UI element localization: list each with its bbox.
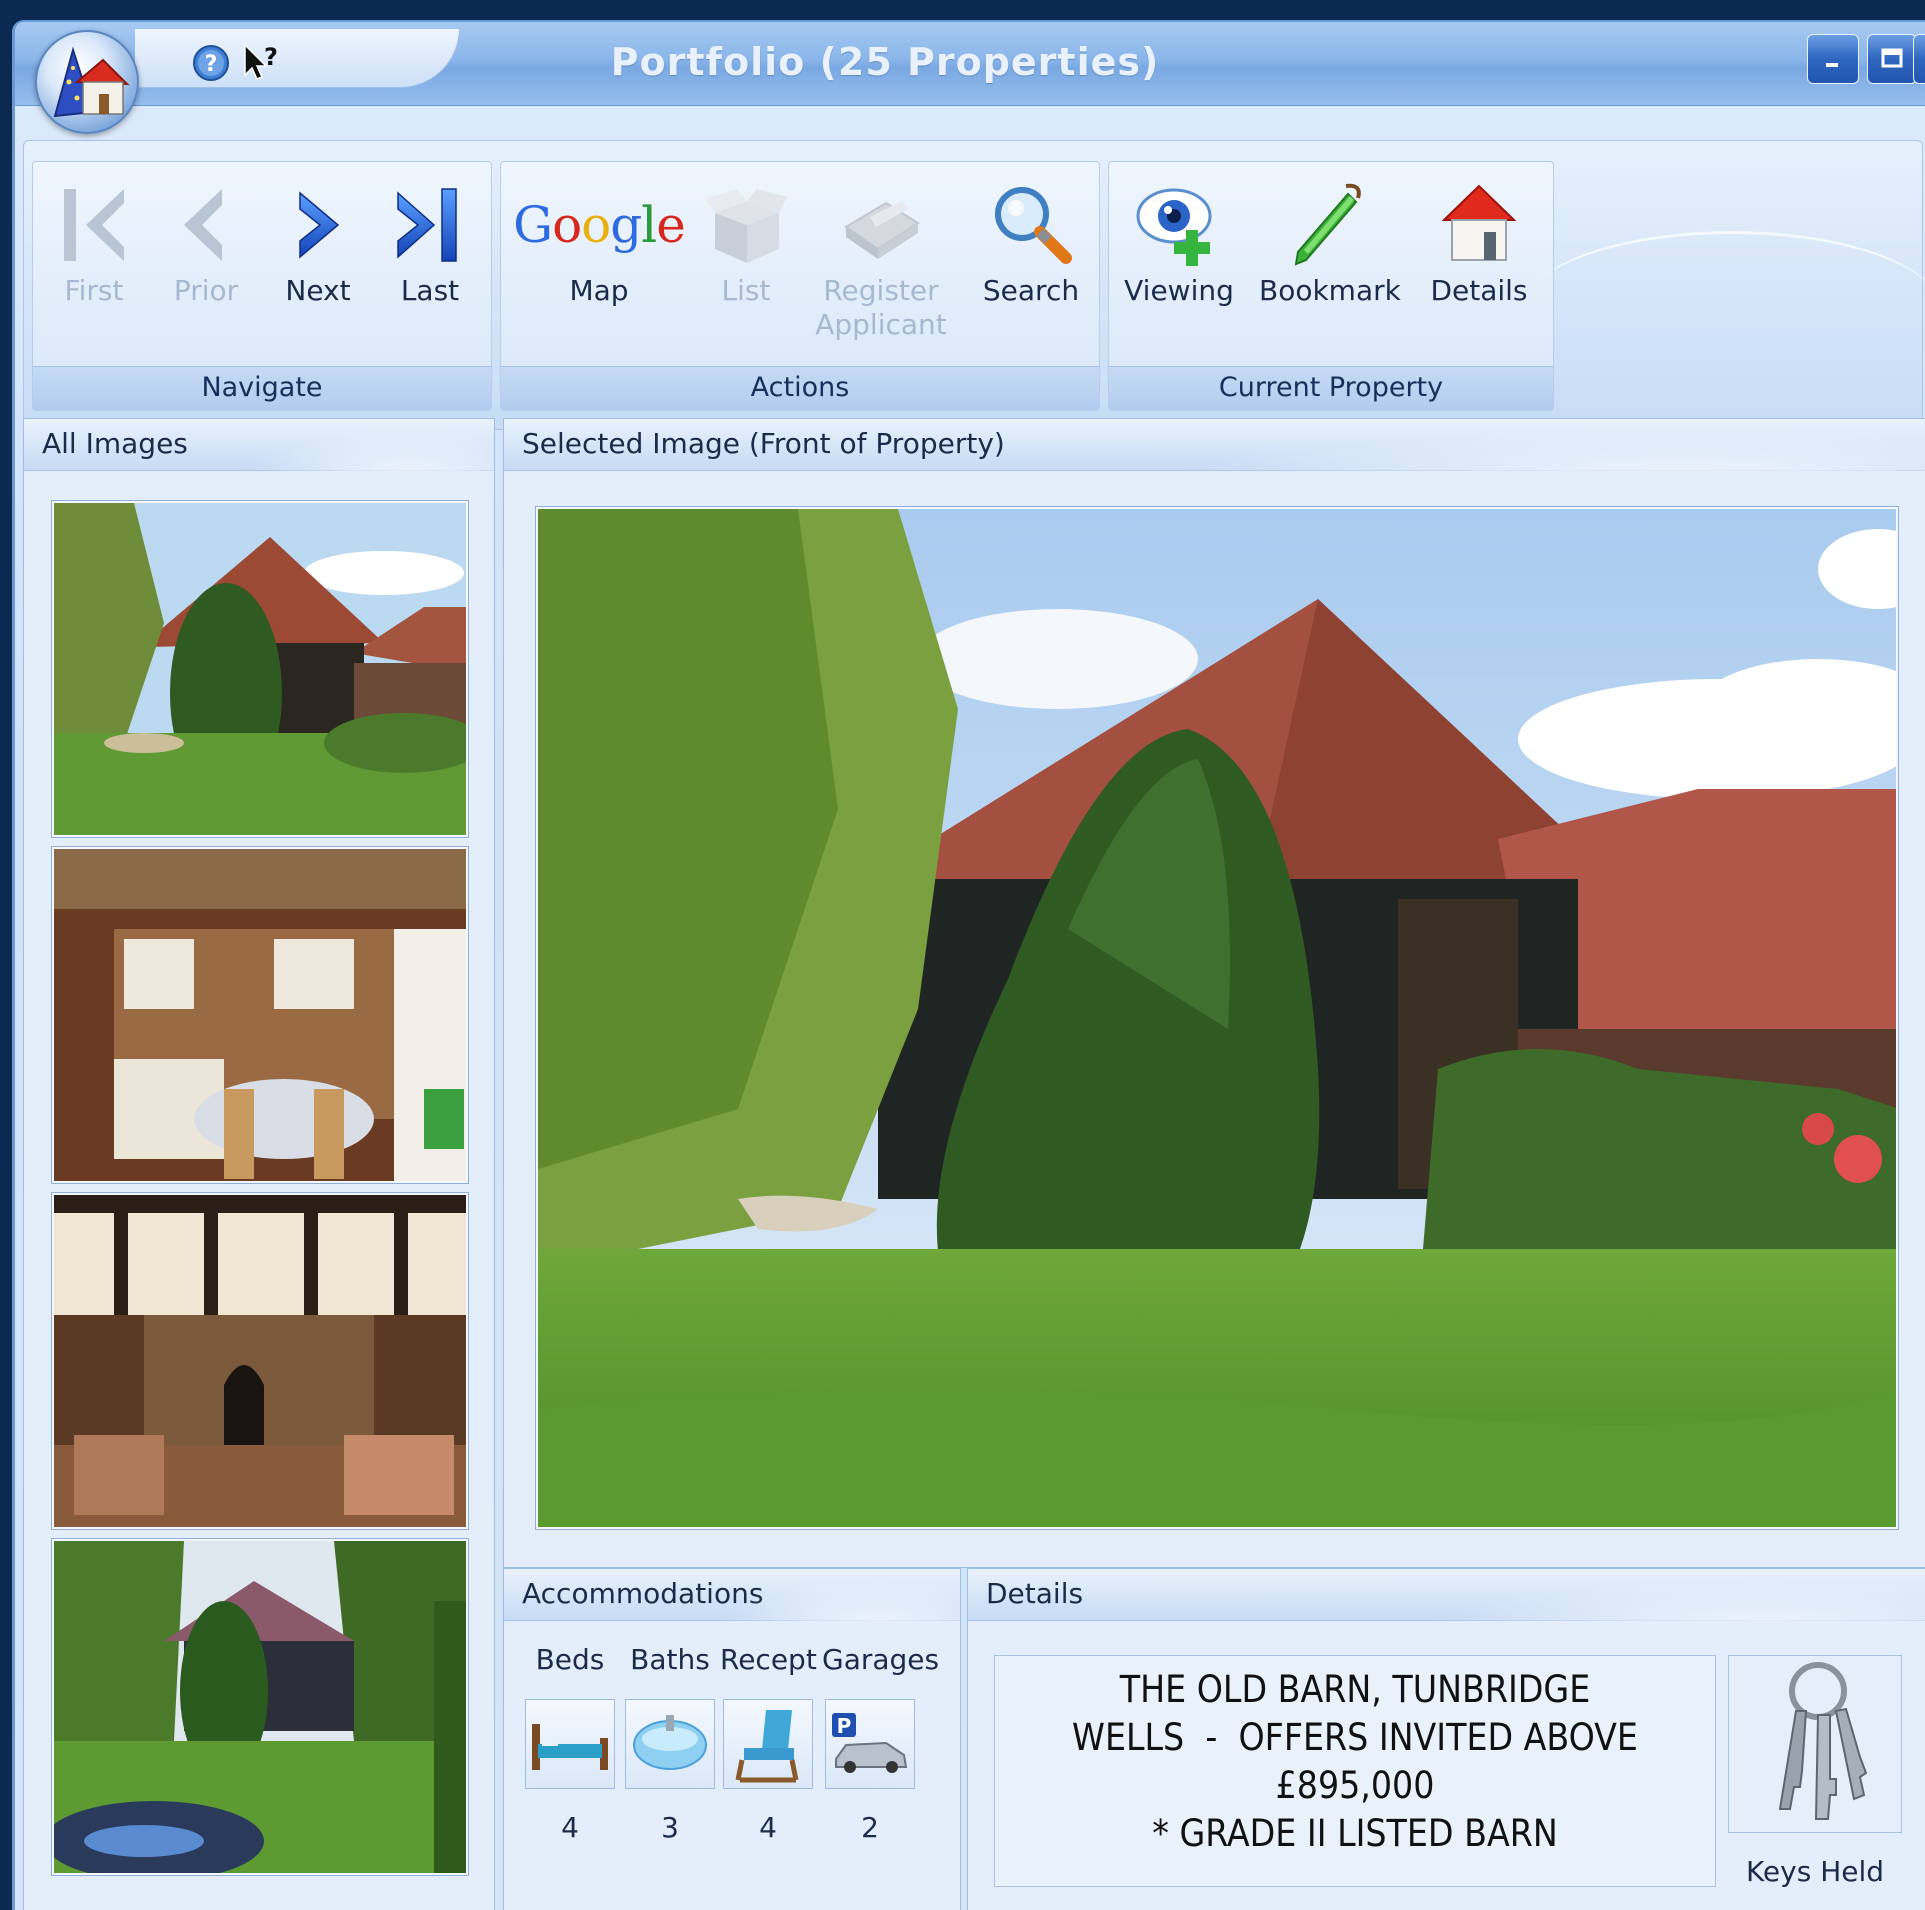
details-button[interactable]: Details: [1419, 180, 1539, 308]
group-current-property: Viewing Bookmark Details Current Propert…: [1108, 161, 1554, 411]
selected-image-header: Selected Image (Front of Property): [504, 419, 1925, 471]
garden-pond-photo: [54, 1541, 466, 1873]
keys-held-label: Keys Held: [1745, 1855, 1885, 1888]
barn-exterior-photo: [54, 503, 466, 835]
chair-icon: [735, 1710, 799, 1783]
bookmark-button[interactable]: Bookmark: [1259, 180, 1401, 308]
bookmark-icon: [1294, 183, 1361, 266]
wizard-house-icon: [53, 46, 130, 118]
next-button[interactable]: Next: [263, 180, 373, 308]
group-label-current-property: Current Property: [1109, 366, 1553, 410]
first-button[interactable]: First: [39, 180, 149, 308]
first-arrow-icon: [64, 189, 124, 261]
house-icon: [1441, 184, 1517, 261]
bath-icon: [633, 1715, 707, 1770]
last-arrow-icon: [397, 188, 457, 262]
car-parking-icon: P: [832, 1713, 908, 1773]
living-room-photo: [54, 1195, 466, 1527]
accommodations-header: Accommodations: [504, 1569, 960, 1621]
kitchen-photo: [54, 849, 466, 1181]
group-actions: Google Map List Register Applicant Searc…: [500, 161, 1100, 411]
accommodation-beds: Beds 4: [522, 1643, 618, 1844]
maximize-button[interactable]: [1867, 34, 1917, 84]
app-window: ? ? Portfolio (25 Properties) First Prio…: [12, 20, 1925, 1910]
all-images-header: All Images: [24, 419, 494, 471]
thumbnail-kitchen[interactable]: [52, 847, 468, 1183]
register-applicant-button[interactable]: Register Applicant: [811, 180, 951, 342]
group-label-actions: Actions: [501, 366, 1099, 410]
google-logo-icon: Google: [513, 196, 686, 254]
map-button[interactable]: Google Map: [509, 180, 689, 308]
group-navigate: First Prior Next Last Navigate: [32, 161, 492, 411]
details-header: Details: [968, 1569, 1925, 1621]
bed-icon: [532, 1724, 608, 1770]
property-description: THE OLD BARN, TUNBRIDGE WELLS - OFFERS I…: [994, 1655, 1716, 1887]
search-button[interactable]: Search: [971, 180, 1091, 308]
last-button[interactable]: Last: [375, 180, 485, 308]
eye-plus-icon: [1136, 188, 1212, 266]
application-menu-button[interactable]: [35, 30, 139, 134]
minimize-button[interactable]: [1807, 34, 1859, 84]
barn-front-photo: [538, 509, 1896, 1527]
box-icon: [705, 189, 787, 263]
details-panel: Details THE OLD BARN, TUNBRIDGE WELLS - …: [967, 1568, 1925, 1910]
ribbon: First Prior Next Last Navigate Google Ma…: [23, 140, 1925, 430]
ribbon-decoration: [1522, 231, 1925, 391]
register-icon: [844, 201, 920, 259]
thumbnail-barn-exterior[interactable]: [52, 501, 468, 837]
accommodation-recept: Recept 4: [720, 1643, 817, 1844]
prior-button[interactable]: Prior: [151, 180, 261, 308]
keys-held-indicator: [1728, 1655, 1902, 1833]
thumbnail-living-room[interactable]: [52, 1193, 468, 1529]
selected-image-panel: Selected Image (Front of Property): [503, 418, 1925, 1568]
accommodations-panel: Accommodations Beds 4 Baths 3 Recept 4 G…: [503, 1568, 961, 1910]
selected-photo[interactable]: [536, 507, 1898, 1529]
accommodation-baths: Baths 3: [622, 1643, 718, 1844]
svg-text:P: P: [837, 1714, 852, 1738]
viewing-button[interactable]: Viewing: [1119, 180, 1239, 308]
accommodation-garages: Garages P 2: [822, 1643, 940, 1844]
magnifier-icon: [995, 187, 1072, 264]
title-bar: ? ? Portfolio (25 Properties): [15, 22, 1925, 106]
list-button[interactable]: List: [691, 180, 801, 308]
next-arrow-icon: [299, 191, 340, 259]
prior-arrow-icon: [184, 189, 222, 261]
all-images-panel: All Images: [23, 418, 495, 1910]
group-label-navigate: Navigate: [33, 366, 491, 410]
window-title: Portfolio (25 Properties): [610, 40, 1160, 84]
keys-icon: [1778, 1662, 1868, 1820]
close-button[interactable]: [1913, 34, 1925, 84]
thumbnail-garden-pond[interactable]: [52, 1539, 468, 1875]
